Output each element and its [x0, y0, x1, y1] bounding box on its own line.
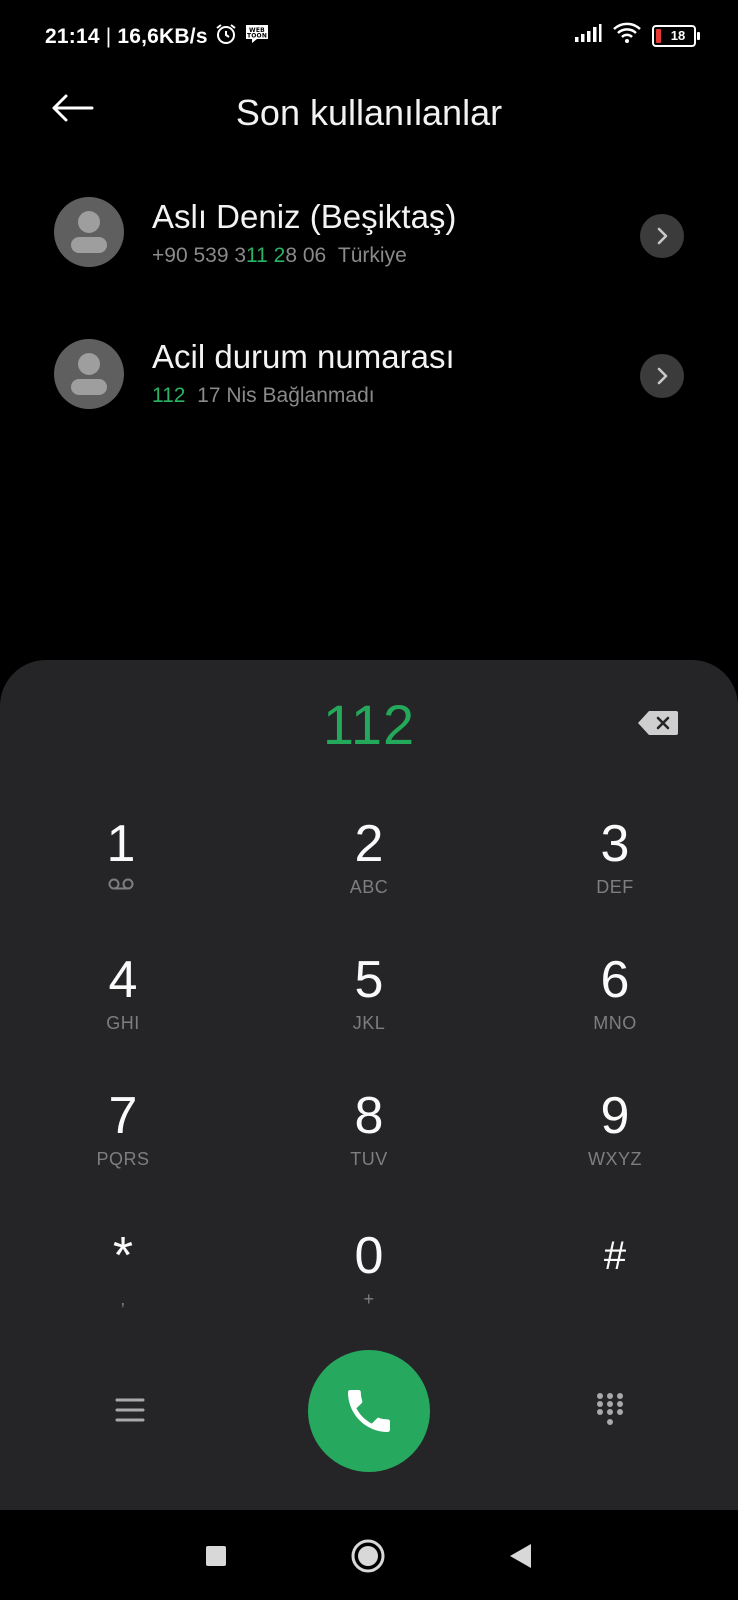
recent-call-item[interactable]: Aslı Deniz (Beşiktaş) +90 539 311 28 06 … [0, 180, 738, 290]
contact-number: 112 17 Nis Bağlanmadı [152, 384, 375, 407]
dial-key-hash[interactable]: # [530, 1226, 700, 1336]
battery-icon: 18 [652, 24, 700, 47]
alarm-icon [214, 22, 238, 52]
dialpad-icon [597, 1393, 623, 1425]
status-time: 21:14 [45, 25, 100, 48]
avatar [54, 197, 124, 267]
contact-name: Acil durum numarası [152, 338, 455, 375]
navigation-bar [0, 1510, 738, 1600]
dial-key-8[interactable]: 8 TUV [284, 1086, 454, 1196]
dial-key-1[interactable]: 1 [36, 814, 206, 924]
recents-button[interactable] [196, 1536, 236, 1576]
dial-key-9[interactable]: 9 WXYZ [530, 1086, 700, 1196]
square-icon [206, 1546, 226, 1566]
dialpad-panel: 112 1 2 ABC 3 DEF 4 GHI 5 JKL 6 MNO 7 PQ… [0, 660, 738, 1510]
dial-key-2[interactable]: 2 ABC [284, 814, 454, 924]
webtoon-icon: WEB TOON [244, 23, 270, 51]
signal-icon [574, 23, 602, 48]
hamburger-icon [115, 1398, 145, 1422]
status-separator: | [105, 25, 112, 48]
battery-level: 18 [670, 28, 686, 43]
backspace-icon [638, 711, 678, 735]
home-button[interactable] [348, 1536, 388, 1576]
network-speed: 16,6KB/s [117, 25, 208, 48]
header: Son kullanılanlar [0, 80, 738, 140]
call-detail-button[interactable] [640, 214, 684, 258]
call-button[interactable] [308, 1350, 430, 1472]
contact-name: Aslı Deniz (Beşiktaş) [152, 198, 457, 235]
keypad-toggle-button[interactable] [588, 1388, 632, 1432]
contact-detail: Türkiye [337, 244, 407, 267]
chevron-right-icon [657, 227, 668, 245]
recent-call-item[interactable]: Acil durum numarası 112 17 Nis Bağlanmad… [0, 322, 738, 432]
svg-text:TOON: TOON [247, 33, 267, 40]
dial-key-4[interactable]: 4 GHI [38, 950, 208, 1060]
dial-key-5[interactable]: 5 JKL [284, 950, 454, 1060]
dialed-number: 112 [322, 693, 416, 756]
dial-key-star[interactable]: * , [38, 1226, 208, 1336]
status-left: 21:14 | 16,6KB/s WEB TOON [45, 22, 270, 52]
call-detail-button[interactable] [640, 354, 684, 398]
contact-detail: 17 Nis Bağlanmadı [197, 384, 375, 407]
dial-key-6[interactable]: 6 MNO [530, 950, 700, 1060]
menu-button[interactable] [108, 1388, 152, 1432]
wifi-icon [612, 22, 642, 49]
voicemail-icon [107, 874, 135, 900]
home-circle-icon [351, 1539, 385, 1573]
avatar [54, 339, 124, 409]
status-right: 18 [574, 22, 700, 49]
dial-key-3[interactable]: 3 DEF [530, 814, 700, 924]
backspace-button[interactable] [636, 708, 680, 738]
triangle-back-icon [510, 1544, 531, 1568]
status-bar: 21:14 | 16,6KB/s WEB TOON 18 [0, 0, 738, 70]
dial-key-0[interactable]: 0 + [284, 1226, 454, 1336]
phone-icon [348, 1390, 390, 1432]
back-nav-button[interactable] [500, 1536, 540, 1576]
page-title: Son kullanılanlar [235, 92, 503, 133]
contact-number: +90 539 311 28 06 Türkiye [152, 244, 407, 267]
dial-key-7[interactable]: 7 PQRS [38, 1086, 208, 1196]
chevron-right-icon [657, 367, 668, 385]
